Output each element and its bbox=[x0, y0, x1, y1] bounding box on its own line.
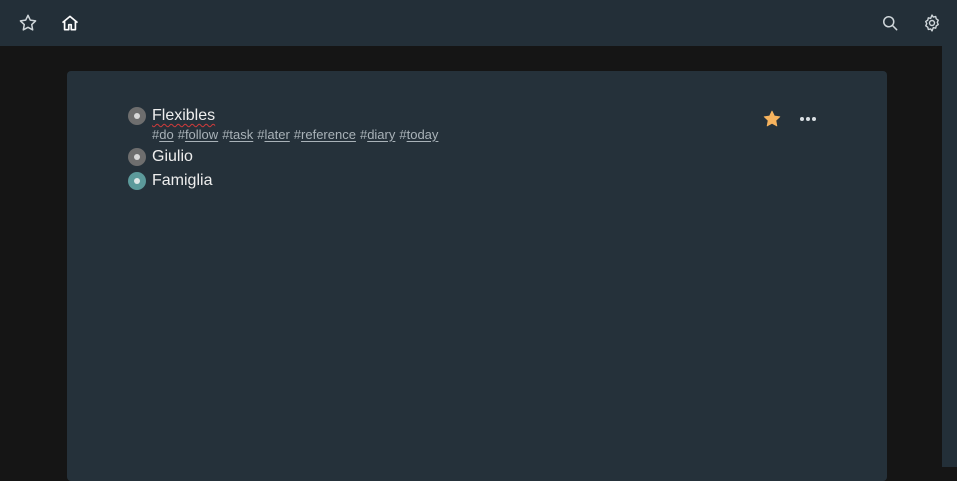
list-item-flexibles: Flexibles #do #follow #task #later #referenc… bbox=[128, 107, 442, 143]
tag-later[interactable]: #later bbox=[257, 127, 290, 142]
item-title-text: Flexibles bbox=[152, 107, 216, 124]
gear-icon[interactable] bbox=[920, 11, 944, 35]
tag-today[interactable]: #today bbox=[399, 127, 438, 142]
document-panel: Flexibles #do #follow #task #later #referenc… bbox=[67, 71, 887, 481]
home-icon[interactable] bbox=[58, 11, 82, 35]
bullet-icon[interactable] bbox=[128, 107, 146, 125]
tag-list: #do #follow #task #later #reference #diary #to… bbox=[152, 127, 442, 143]
tag-diary[interactable]: #diary bbox=[360, 127, 395, 142]
bullet-icon[interactable] bbox=[128, 172, 146, 190]
right-scroll-rail bbox=[942, 46, 957, 467]
item-title[interactable]: Flexibles bbox=[152, 107, 442, 125]
item-title[interactable]: Famiglia bbox=[152, 172, 212, 190]
star-filled-icon[interactable] bbox=[762, 109, 782, 129]
favorites-star-icon[interactable] bbox=[16, 11, 40, 35]
bullet-icon[interactable] bbox=[128, 148, 146, 166]
list-item-giulio: Giulio bbox=[128, 148, 193, 166]
item-title[interactable]: Giulio bbox=[152, 148, 193, 166]
tag-do[interactable]: #do bbox=[152, 127, 174, 142]
more-dots-icon[interactable] bbox=[797, 109, 819, 129]
tag-reference[interactable]: #reference bbox=[294, 127, 356, 142]
search-icon[interactable] bbox=[878, 11, 902, 35]
tag-follow[interactable]: #follow bbox=[178, 127, 218, 142]
tag-task[interactable]: #task bbox=[222, 127, 253, 142]
list-item-famiglia: Famiglia bbox=[128, 172, 212, 190]
top-toolbar bbox=[0, 0, 957, 46]
